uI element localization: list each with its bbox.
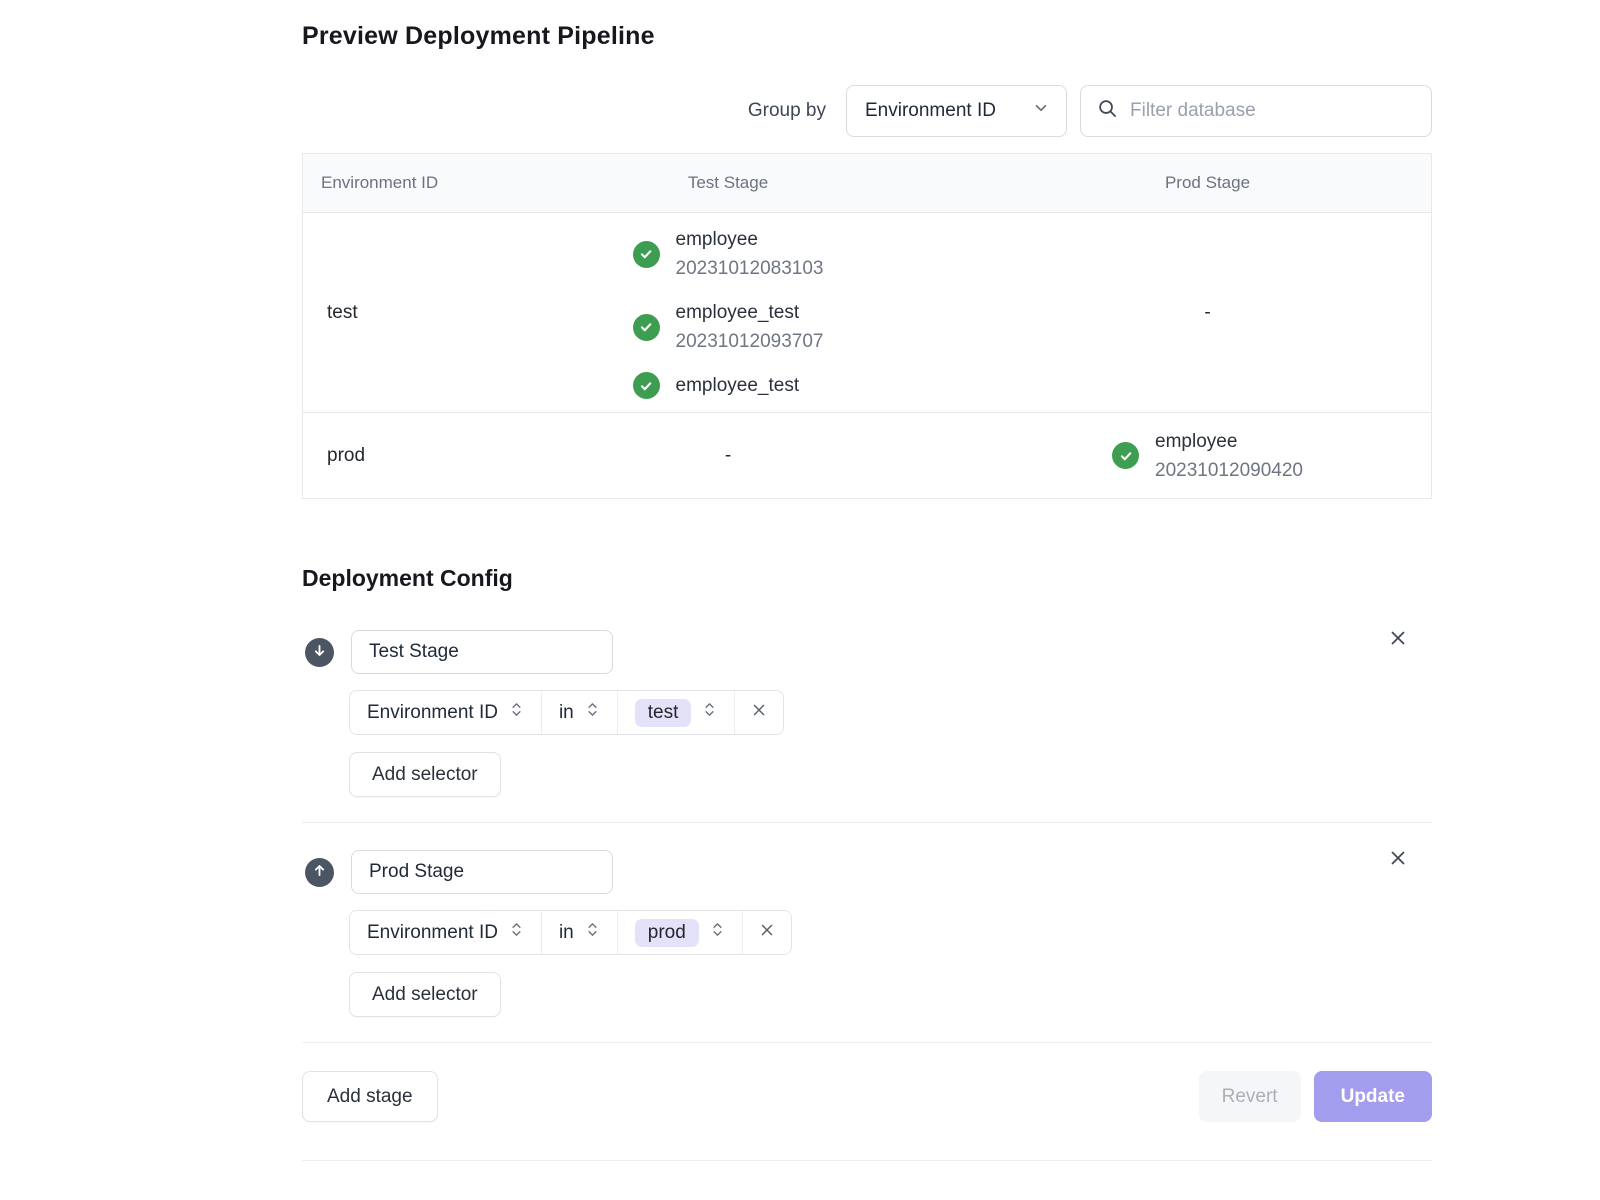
selector-value-select[interactable]: test — [618, 691, 736, 734]
bottom-divider — [302, 1160, 1432, 1161]
remove-stage-button[interactable] — [1385, 626, 1411, 652]
move-stage-up-button[interactable] — [305, 858, 334, 887]
test-stage-empty: - — [472, 445, 984, 467]
task-name: employee_test — [676, 298, 824, 327]
task-version: 20231012090420 — [1155, 456, 1303, 485]
chevron-updown-icon — [702, 701, 717, 724]
task-name: employee_test — [676, 371, 800, 400]
selector-operator-select[interactable]: in — [542, 691, 618, 734]
selector-field-select[interactable]: Environment ID — [350, 691, 542, 734]
arrow-down-icon — [311, 642, 328, 662]
remove-stage-button[interactable] — [1385, 846, 1411, 872]
move-stage-down-button[interactable] — [305, 638, 334, 667]
environment-name: prod — [303, 445, 472, 467]
stage-config-test: Environment ID in test — [302, 630, 1432, 797]
col-header-test-stage: Test Stage — [472, 173, 984, 193]
stage-head — [302, 630, 1432, 674]
table-row: prod - employee 20231012090420 — [303, 413, 1431, 498]
test-stage-cell: employee 20231012083103 employee_test 20… — [472, 225, 984, 400]
remove-selector-button[interactable] — [735, 691, 783, 734]
task-list: employee 20231012083103 employee_test 20… — [633, 225, 824, 400]
close-icon — [757, 920, 777, 946]
group-by-value: Environment ID — [865, 100, 996, 122]
add-selector-button[interactable]: Add selector — [349, 972, 501, 1017]
selector-field-select[interactable]: Environment ID — [350, 911, 542, 954]
selector-value-tag: test — [635, 699, 692, 727]
chevron-updown-icon — [710, 921, 725, 944]
filter-database-input[interactable] — [1130, 100, 1415, 122]
main-content: Preview Deployment Pipeline Group by Env… — [302, 0, 1432, 1161]
arrow-up-icon — [311, 862, 328, 882]
chevron-updown-icon — [585, 921, 600, 944]
task-item: employee 20231012083103 — [633, 225, 824, 283]
check-circle-icon — [1112, 442, 1139, 469]
search-icon — [1097, 98, 1118, 124]
selector-value-select[interactable]: prod — [618, 911, 743, 954]
chevron-down-icon — [1032, 99, 1050, 123]
task-item: employee_test 20231012093707 — [633, 298, 824, 356]
prod-stage-cell: employee 20231012090420 — [984, 427, 1431, 485]
selector-field-value: Environment ID — [367, 702, 498, 724]
task-item: employee 20231012090420 — [1112, 427, 1303, 485]
stage-head — [302, 850, 1432, 894]
stage-name-input[interactable] — [351, 850, 613, 894]
task-name: employee — [676, 225, 824, 254]
selector-operator-value: in — [559, 922, 574, 944]
task-version: 20231012093707 — [676, 327, 824, 356]
group-by-select[interactable]: Environment ID — [846, 85, 1067, 137]
task-name: employee — [1155, 427, 1303, 456]
task-list: employee 20231012090420 — [1112, 427, 1303, 485]
check-circle-icon — [633, 314, 660, 341]
close-icon — [1387, 847, 1409, 872]
check-circle-icon — [633, 372, 660, 399]
deployment-config-title: Deployment Config — [302, 565, 1432, 592]
col-header-environment: Environment ID — [303, 173, 472, 193]
stage-config-prod: Environment ID in prod — [302, 850, 1432, 1017]
stage-divider — [302, 1042, 1432, 1043]
revert-button[interactable]: Revert — [1199, 1071, 1301, 1122]
table-row: test employee 20231012083103 — [303, 213, 1431, 413]
filter-database-box — [1080, 85, 1432, 137]
prod-stage-empty: - — [984, 302, 1431, 324]
close-icon — [1387, 627, 1409, 652]
chevron-updown-icon — [585, 701, 600, 724]
config-footer: Add stage Revert Update — [302, 1071, 1432, 1122]
remove-selector-button[interactable] — [743, 911, 791, 954]
pipeline-table: Environment ID Test Stage Prod Stage tes… — [302, 153, 1432, 499]
selector-row: Environment ID in test — [349, 690, 1432, 735]
task-item: employee_test — [633, 371, 824, 400]
chevron-updown-icon — [509, 921, 524, 944]
environment-name: test — [303, 302, 472, 324]
selector-operator-select[interactable]: in — [542, 911, 618, 954]
selector-value-tag: prod — [635, 919, 699, 947]
close-icon — [749, 700, 769, 726]
selector-operator-value: in — [559, 702, 574, 724]
group-by-label: Group by — [748, 100, 826, 122]
col-header-prod-stage: Prod Stage — [984, 173, 1431, 193]
update-button[interactable]: Update — [1314, 1071, 1432, 1122]
stage-name-input[interactable] — [351, 630, 613, 674]
check-circle-icon — [633, 241, 660, 268]
chevron-updown-icon — [509, 701, 524, 724]
selector-expression: Environment ID in prod — [349, 910, 792, 955]
footer-actions: Revert Update — [1199, 1071, 1432, 1122]
selector-expression: Environment ID in test — [349, 690, 784, 735]
page-title: Preview Deployment Pipeline — [302, 22, 1432, 51]
pipeline-toolbar: Group by Environment ID — [302, 85, 1432, 137]
selector-field-value: Environment ID — [367, 922, 498, 944]
selector-row: Environment ID in prod — [349, 910, 1432, 955]
table-header-row: Environment ID Test Stage Prod Stage — [303, 154, 1431, 213]
add-stage-button[interactable]: Add stage — [302, 1071, 438, 1122]
stage-divider — [302, 822, 1432, 823]
task-version: 20231012083103 — [676, 254, 824, 283]
add-selector-button[interactable]: Add selector — [349, 752, 501, 797]
